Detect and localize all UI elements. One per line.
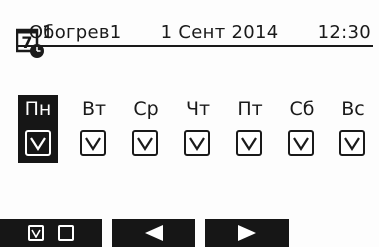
check-icon [30, 137, 46, 152]
check-icon [137, 137, 153, 152]
day-checkbox[interactable] [339, 130, 365, 156]
time-label: 12:30 [317, 22, 371, 43]
toggle-check-button[interactable] [0, 219, 102, 247]
day-selector: Пн Вт Ср Чт Пт Сб Вс [18, 95, 374, 165]
day-checkbox[interactable] [184, 130, 210, 156]
screen: 7 1 Обогрев1 1 Сент 2014 12:30 Пн Вт Ср … [0, 0, 379, 247]
day-checkbox[interactable] [132, 130, 158, 156]
day-tue[interactable]: Вт [74, 95, 114, 165]
day-label: Ср [133, 98, 159, 120]
day-sat[interactable]: Сб [282, 95, 322, 165]
day-sun[interactable]: Вс [333, 95, 373, 165]
day-checkbox[interactable] [288, 130, 314, 156]
check-icon [344, 137, 360, 152]
header-text: 1 Обогрев1 1 Сент 2014 12:30 [29, 22, 371, 43]
function-buttons [0, 219, 379, 247]
day-thu[interactable]: Чт [178, 95, 218, 165]
check-icon [241, 137, 257, 152]
mode-label: Обогрев1 [28, 22, 122, 43]
next-button[interactable] [205, 219, 289, 247]
day-label: Пт [237, 98, 263, 120]
day-label: Вт [81, 98, 107, 120]
header: 7 1 Обогрев1 1 Сент 2014 12:30 [0, 0, 379, 60]
prev-button[interactable] [112, 219, 195, 247]
check-icon [293, 137, 309, 152]
empty-box-icon [58, 225, 74, 241]
date-label: 1 Сент 2014 [160, 22, 279, 43]
check-icon [189, 137, 205, 152]
header-divider [16, 45, 373, 47]
day-fri[interactable]: Пт [230, 95, 270, 165]
day-checkbox[interactable] [236, 130, 262, 156]
day-checkbox[interactable] [80, 130, 106, 156]
arrow-left-icon [144, 225, 163, 241]
day-label: Вс [341, 98, 365, 120]
checked-box-icon [28, 225, 44, 241]
day-checkbox[interactable] [25, 130, 51, 156]
day-label: Пн [18, 95, 58, 123]
check-icon [85, 137, 101, 152]
day-label: Сб [289, 98, 315, 120]
day-mon[interactable]: Пн [18, 95, 58, 165]
day-wed[interactable]: Ср [126, 95, 166, 165]
arrow-right-icon [238, 225, 256, 241]
day-label: Чт [185, 98, 211, 120]
